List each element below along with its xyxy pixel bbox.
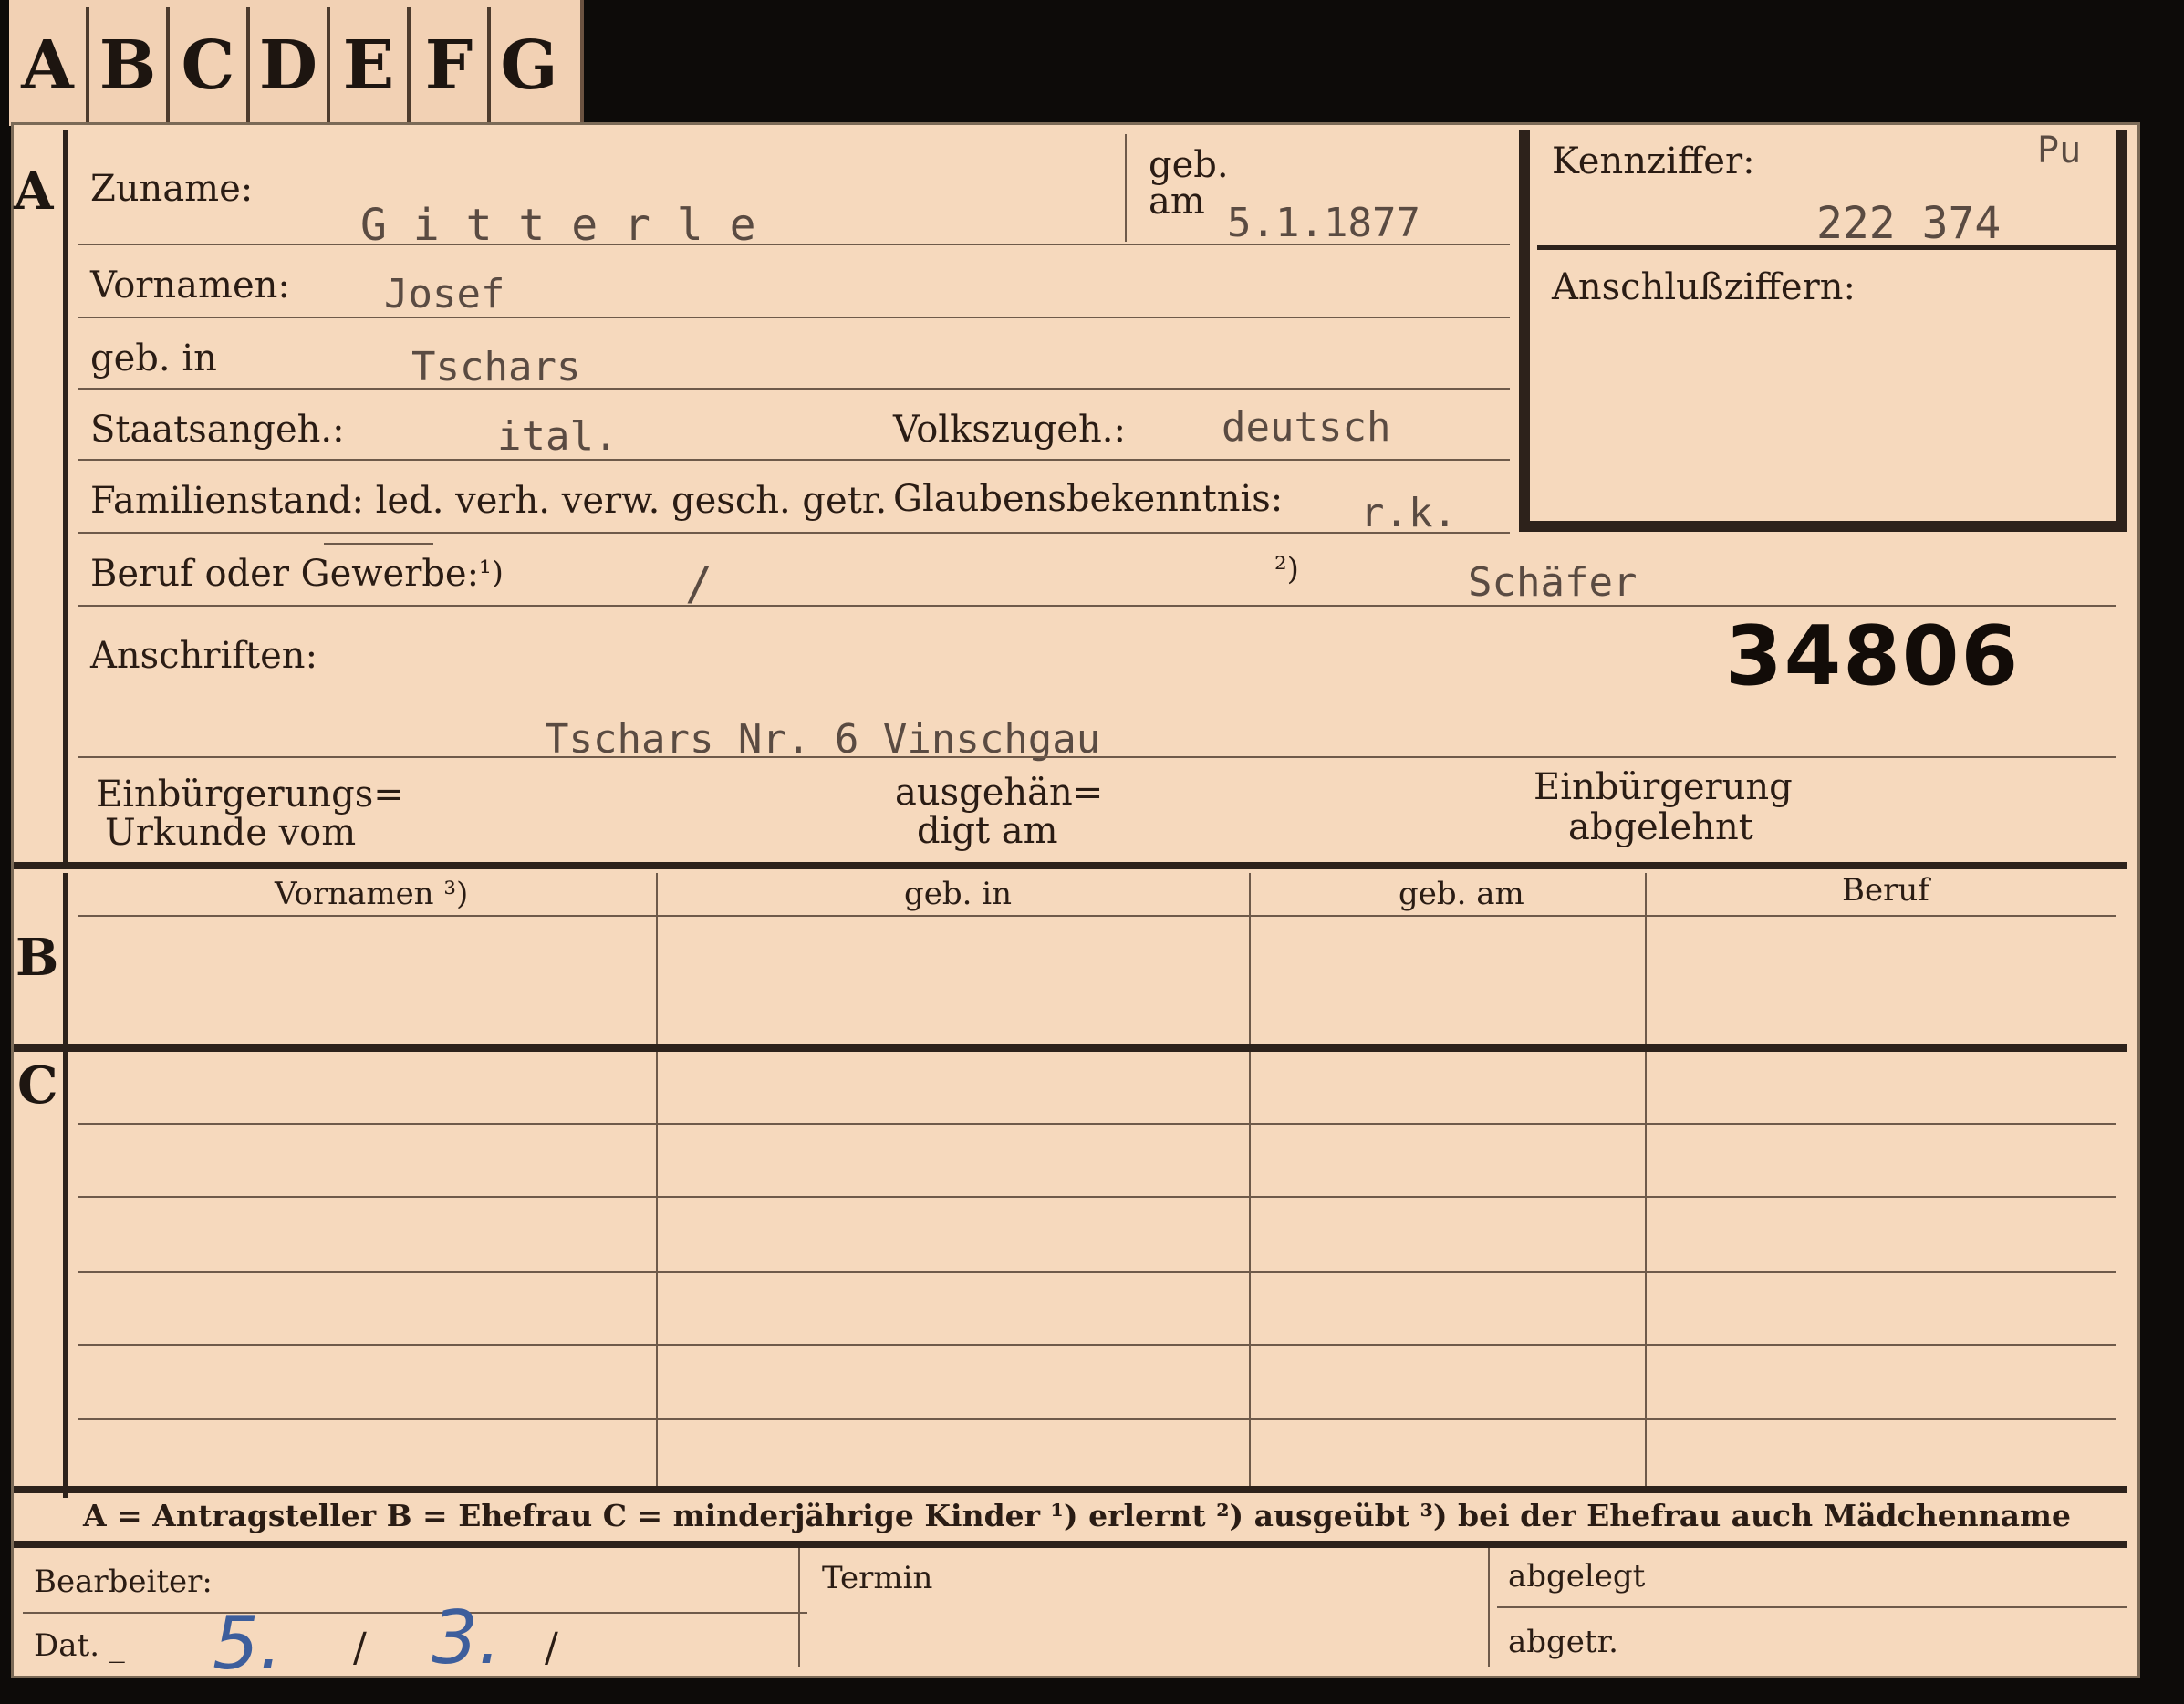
section-b-bottom-rule xyxy=(14,1044,2127,1052)
section-c-row-line xyxy=(78,1344,2116,1346)
line-staatsangeh xyxy=(78,459,1510,461)
tab-a[interactable]: A xyxy=(9,7,89,124)
stamp-number: 34806 xyxy=(1725,608,2021,704)
section-a-rule xyxy=(63,130,68,862)
line-vornamen xyxy=(78,317,1510,318)
kennziffer-value: 222 374 xyxy=(1816,198,2002,249)
abgetr-label: abgetr. xyxy=(1508,1624,1618,1660)
kennziffer-box-bottom xyxy=(1519,521,2127,532)
line-familienstand xyxy=(78,532,1510,534)
volkszugeh-label: Volkszugeh.: xyxy=(893,409,1126,451)
datum-label: Dat. _ xyxy=(34,1627,125,1664)
line-geb-in xyxy=(78,388,1510,390)
section-a-label: A xyxy=(14,161,54,222)
beruf-note-1: ¹) xyxy=(479,555,504,591)
familienstand-label: Familienstand: led. verh. verw. gesch. g… xyxy=(90,480,888,522)
line-beruf xyxy=(78,605,2116,607)
kennziffer-mark: Pu xyxy=(2037,130,2082,171)
tab-b[interactable]: B xyxy=(89,7,170,124)
familienstand-mark xyxy=(324,543,433,545)
tab-e[interactable]: E xyxy=(330,7,411,124)
geb-am-value: 5.1.1877 xyxy=(1227,200,1420,246)
datum-day: 5. xyxy=(213,1601,283,1686)
datum-sep-1: / xyxy=(353,1625,367,1671)
geb-in-value: Tschars xyxy=(411,344,581,390)
abgelegt-label: abgelegt xyxy=(1508,1558,1646,1595)
ausgehaendigt-label-2: digt am xyxy=(917,810,1058,852)
section-c-rule xyxy=(63,1055,68,1498)
table-top-rule xyxy=(14,862,2127,869)
bearbeiter-label: Bearbeiter: xyxy=(34,1564,213,1600)
volkszugeh-value: deutsch xyxy=(1222,404,1391,451)
kennziffer-box-right xyxy=(2116,130,2127,532)
legend-bottom-rule xyxy=(14,1541,2127,1548)
kennziffer-box-left xyxy=(1519,130,1530,532)
table-col-divider-2 xyxy=(1249,873,1251,1493)
vornamen-value: Josef xyxy=(384,271,505,317)
kennziffer-label: Kennziffer: xyxy=(1552,140,1755,182)
section-c-row-line xyxy=(78,1123,2116,1125)
line-zuname xyxy=(78,244,1510,245)
index-tabs: A B C D E F G xyxy=(9,0,584,126)
bearbeiter-line xyxy=(23,1612,807,1614)
ausgehaendigt-label-1: ausgehän= xyxy=(895,772,1104,814)
section-c-row-line xyxy=(78,1271,2116,1273)
abgelegt-line xyxy=(1497,1606,2127,1608)
vornamen-label: Vornamen: xyxy=(90,265,290,307)
legend-top-rule xyxy=(14,1486,2127,1493)
glaubens-value: r.k. xyxy=(1360,490,1457,536)
staatsangeh-value: ital. xyxy=(497,413,619,460)
beruf-note-2: ²) xyxy=(1274,551,1299,587)
beruf-label: Beruf oder Gewerbe: xyxy=(90,553,480,595)
einb-abgelehnt-label-1: Einbürgerung xyxy=(1534,766,1793,808)
geb-am-label-1: geb. xyxy=(1149,144,1229,186)
datum-month: 3. xyxy=(432,1595,502,1680)
footer-divider-1 xyxy=(798,1548,800,1667)
table-header-line xyxy=(78,915,2116,917)
footer-divider-2 xyxy=(1488,1548,1490,1667)
section-c-row-line xyxy=(78,1418,2116,1420)
geb-am-divider xyxy=(1125,134,1127,242)
table-header-beruf: Beruf xyxy=(1842,872,1929,909)
section-b-label: B xyxy=(16,928,59,988)
einb-abgelehnt-label-2: abgelehnt xyxy=(1568,806,1753,848)
einb-urkunde-label-1: Einbürgerungs= xyxy=(96,774,404,816)
datum-sep-2: / xyxy=(545,1625,558,1671)
line-anschriften xyxy=(78,756,2116,758)
einb-urkunde-label-2: Urkunde vom xyxy=(105,812,357,854)
section-c-row-line xyxy=(78,1196,2116,1198)
anschriften-label: Anschriften: xyxy=(90,635,318,677)
glaubens-label: Glaubensbekenntnis: xyxy=(893,478,1284,520)
beruf-value-1: / xyxy=(685,557,713,610)
zuname-value: G i t t e r l e xyxy=(360,200,756,251)
staatsangeh-label: Staatsangeh.: xyxy=(90,409,345,451)
legend-text: A = Antragsteller B = Ehefrau C = minder… xyxy=(83,1498,2071,1533)
table-col-divider-3 xyxy=(1645,873,1647,1493)
section-c-label: C xyxy=(17,1055,58,1116)
anschrift-value: Tschars Nr. 6 Vinschgau xyxy=(545,716,1101,763)
tab-f[interactable]: F xyxy=(411,7,491,124)
beruf-value-2: Schäfer xyxy=(1468,559,1638,606)
table-header-geb-in: geb. in xyxy=(904,876,1013,912)
table-header-geb-am: geb. am xyxy=(1399,876,1524,912)
tab-c[interactable]: C xyxy=(170,7,250,124)
tab-d[interactable]: D xyxy=(250,7,330,124)
table-header-vornamen: Vornamen ³) xyxy=(275,876,469,912)
geb-in-label: geb. in xyxy=(90,338,217,379)
geb-am-label-2: am xyxy=(1149,181,1205,223)
anschlussziffern-label: Anschlußziffern: xyxy=(1552,266,1856,308)
zuname-label: Zuname: xyxy=(90,168,254,210)
tab-g[interactable]: G xyxy=(491,7,567,124)
registration-card: A B C Zuname: G i t t e r l e geb. am 5.… xyxy=(11,122,2140,1686)
termin-label: Termin xyxy=(822,1560,933,1596)
table-col-divider-1 xyxy=(656,873,658,1493)
